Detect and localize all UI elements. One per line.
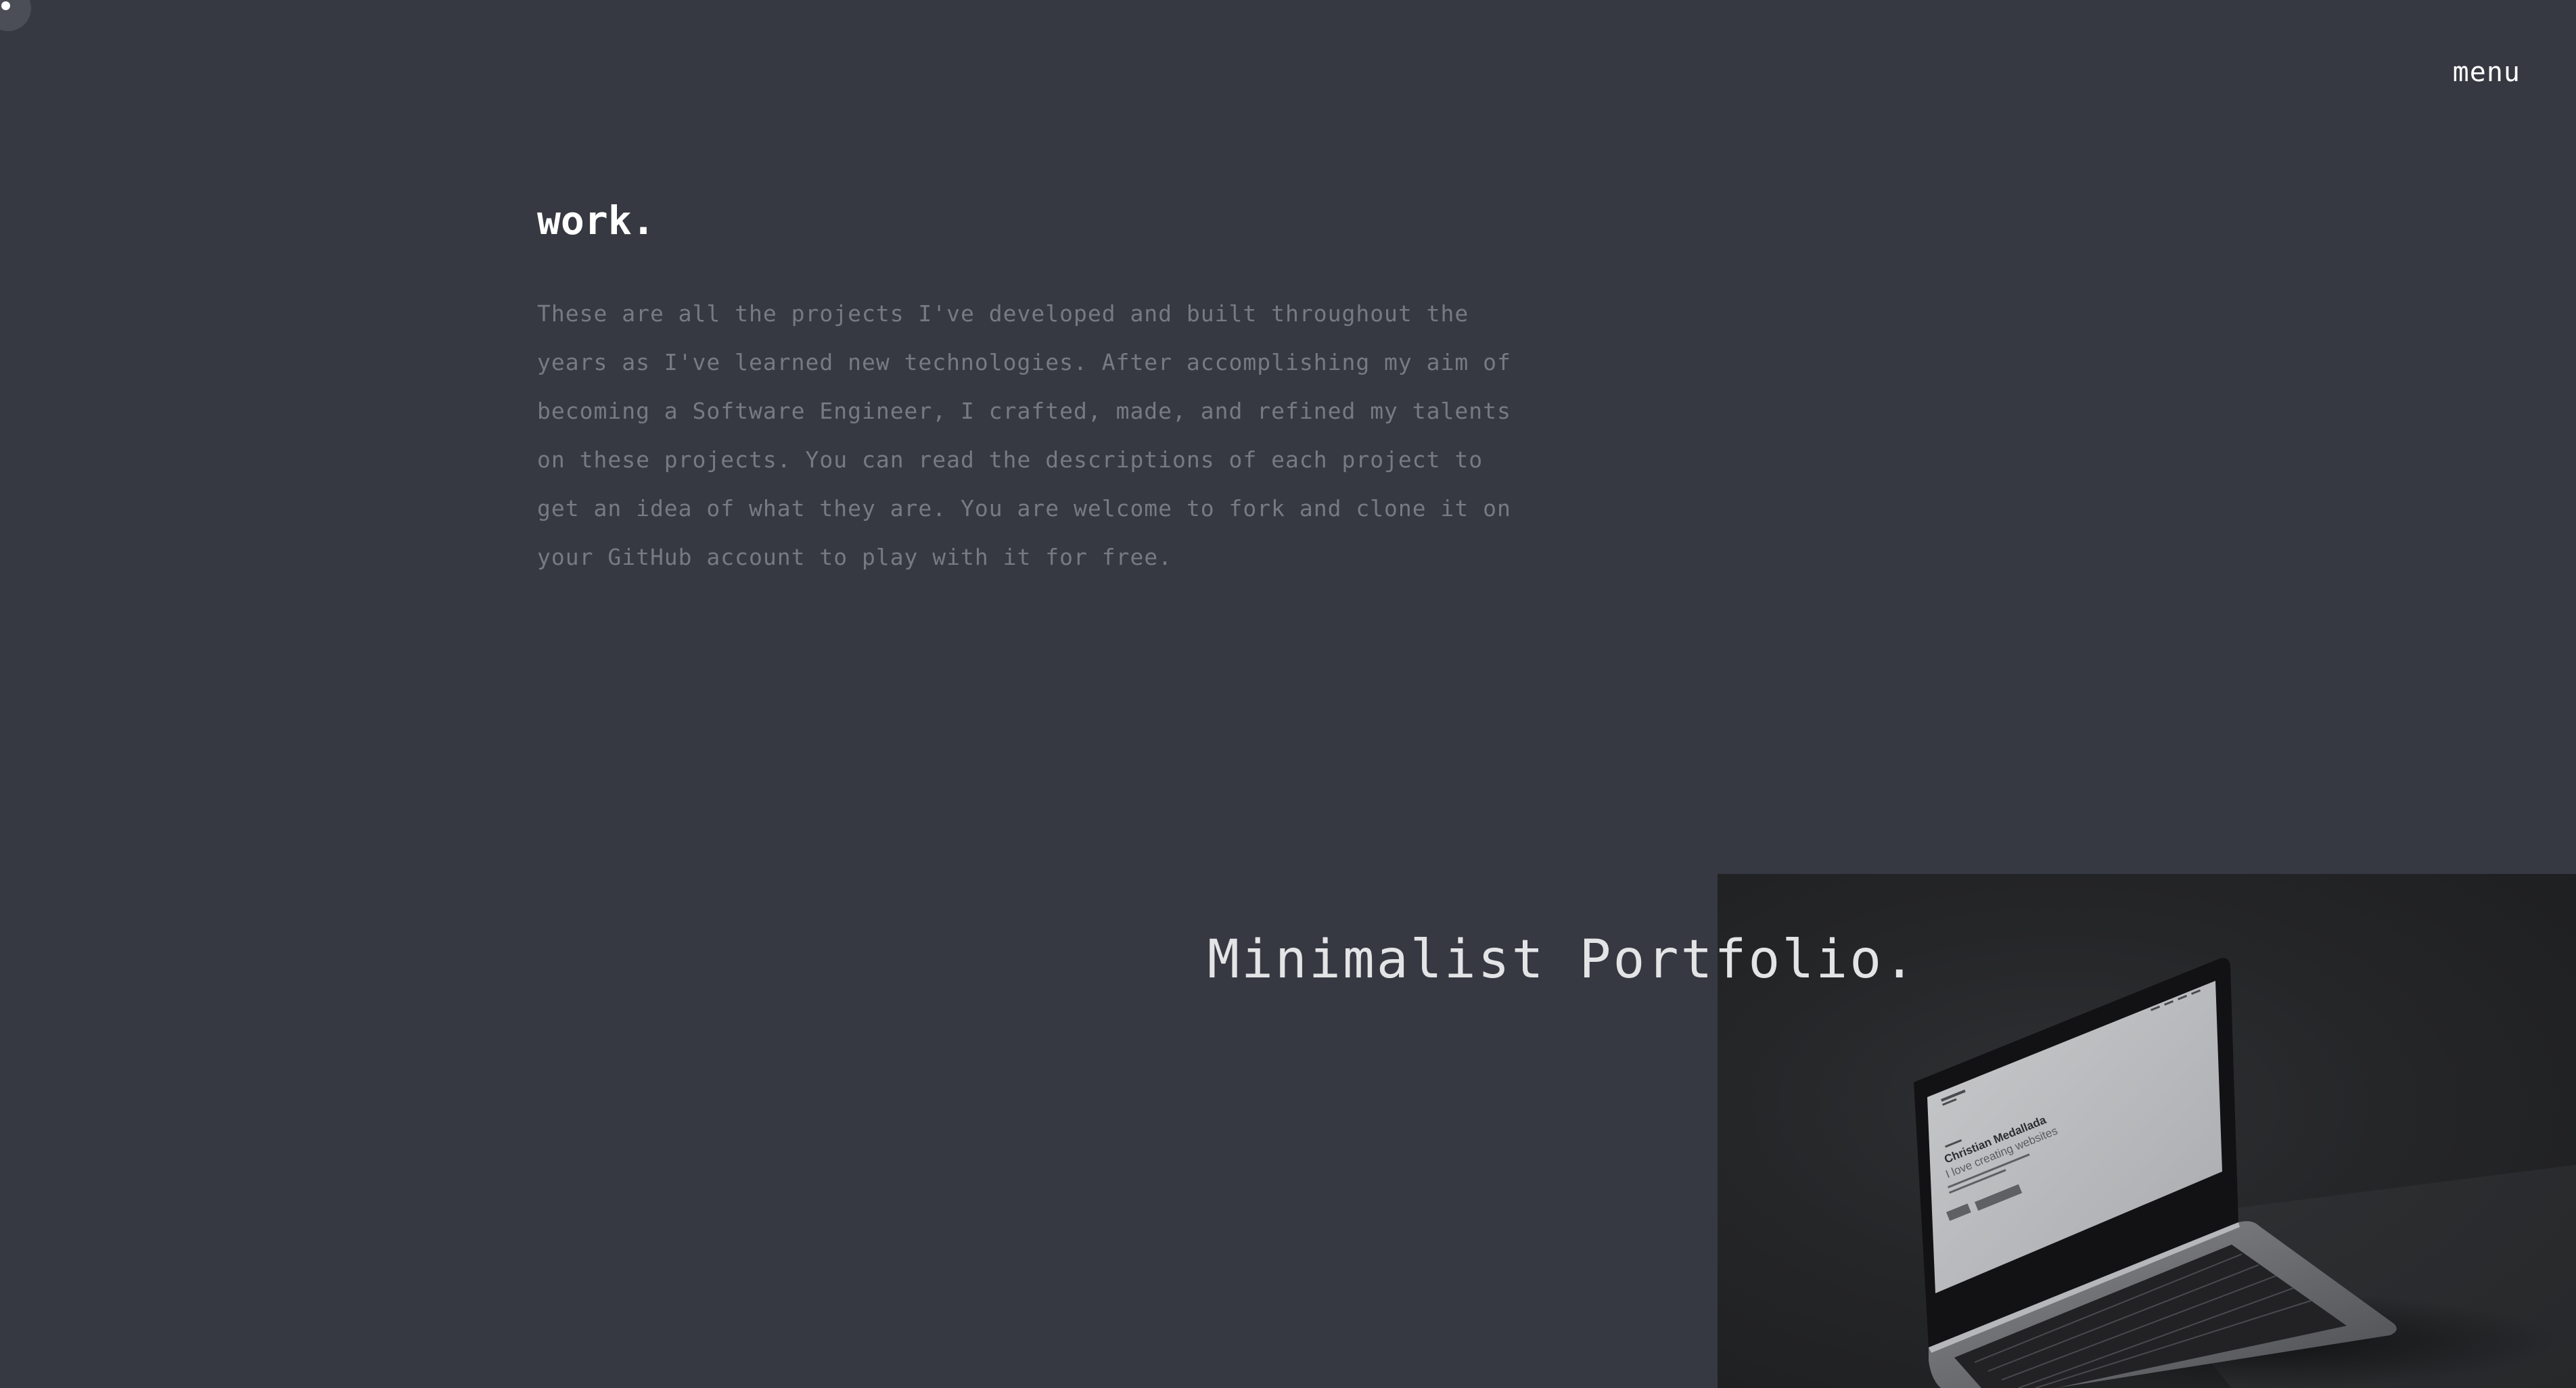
project-title[interactable]: Minimalist Portfolio. — [1208, 929, 1917, 990]
page-description: These are all the projects I've develope… — [537, 300, 1511, 570]
cursor-indicator — [0, 0, 31, 31]
page-title: work. — [537, 198, 656, 244]
menu-button[interactable]: menu — [2453, 57, 2521, 88]
cursor-dot-icon — [1, 1, 10, 10]
